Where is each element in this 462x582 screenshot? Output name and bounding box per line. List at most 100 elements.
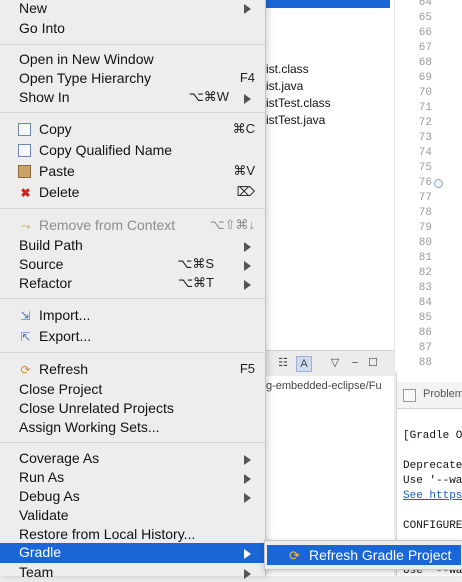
editor-gutter: 64 65 66 67 68 69 70 71 72 73 74 75 76 7… bbox=[394, 0, 462, 372]
menu-item-label: Coverage As bbox=[19, 450, 100, 466]
submenu-arrow-icon bbox=[244, 242, 251, 252]
path-bar: g-embedded-eclipse/Fu bbox=[264, 376, 394, 396]
menu-item-open-type-hierarchy[interactable]: Open Type Hierarchy F4 bbox=[0, 69, 265, 88]
line-number: 88 bbox=[418, 357, 432, 369]
menu-item-refresh[interactable]: ⟳ Refresh F5 bbox=[0, 360, 265, 379]
line-number: 85 bbox=[418, 312, 432, 324]
tab-problems[interactable]: Problem bbox=[397, 382, 462, 409]
shortcut-label: F4 bbox=[239, 70, 255, 85]
menu-item-validate[interactable]: Validate bbox=[0, 506, 265, 525]
menu-item-run-as[interactable]: Run As bbox=[0, 468, 265, 487]
file-item[interactable]: ist.java bbox=[266, 79, 303, 93]
line-number: 72 bbox=[418, 117, 432, 129]
line-number: 77 bbox=[418, 192, 432, 204]
menu-item-label: Remove from Context bbox=[39, 217, 176, 233]
menu-separator bbox=[0, 44, 265, 45]
line-number: 86 bbox=[418, 327, 432, 339]
menu-item-close-project[interactable]: Close Project bbox=[0, 380, 265, 399]
menu-item-refactor[interactable]: Refactor ⌥⌘T bbox=[0, 274, 265, 293]
line-number: 79 bbox=[418, 222, 432, 234]
console-link[interactable]: See https bbox=[403, 490, 462, 502]
line-number: 75 bbox=[418, 162, 432, 174]
gradle-refresh-icon: ⟳ bbox=[289, 548, 300, 563]
console-line: Deprecate bbox=[403, 460, 462, 472]
menu-item-label: Restore from Local History... bbox=[19, 526, 196, 542]
link-editor-icon[interactable]: A bbox=[296, 356, 312, 372]
file-item[interactable]: istTest.java bbox=[266, 113, 325, 127]
tab-label: Problem bbox=[423, 388, 462, 400]
menu-item-copy-qualified-name[interactable]: Copy Qualified Name bbox=[0, 141, 265, 160]
menu-item-go-into[interactable]: Go Into bbox=[0, 19, 265, 38]
hierarchy-icon[interactable]: ☷ bbox=[276, 356, 290, 370]
line-number: 71 bbox=[418, 102, 432, 114]
menu-item-label: Assign Working Sets... bbox=[19, 419, 160, 435]
line-number: 83 bbox=[418, 282, 432, 294]
shortcut-label: ⌦ bbox=[236, 184, 255, 199]
menu-item-import[interactable]: ⇲ Import... bbox=[0, 306, 265, 325]
line-number: 66 bbox=[418, 27, 432, 39]
menu-separator bbox=[0, 112, 265, 113]
menu-item-restore-from-local-history[interactable]: Restore from Local History... bbox=[0, 525, 265, 544]
menu-item-paste[interactable]: Paste ⌘V bbox=[0, 162, 265, 181]
copy-qualified-name-icon bbox=[18, 144, 31, 157]
menu-separator bbox=[0, 298, 265, 299]
line-number: 82 bbox=[418, 267, 432, 279]
menu-item-label: Import... bbox=[39, 307, 91, 323]
menu-item-export[interactable]: ⇱ Export... bbox=[0, 327, 265, 346]
line-number: 64 bbox=[418, 0, 432, 9]
menu-item-label: Paste bbox=[39, 163, 75, 179]
shortcut-label: ⌘V bbox=[233, 163, 255, 178]
menu-item-label: Copy bbox=[39, 121, 72, 137]
menu-separator bbox=[0, 352, 265, 353]
remove-from-context-icon: ⤳ bbox=[20, 219, 31, 233]
console-line: [Gradle Ope bbox=[403, 430, 462, 442]
shortcut-label: ⌥⌘S bbox=[177, 256, 214, 271]
submenu-arrow-icon bbox=[244, 4, 251, 14]
console-line: CONFIGURE bbox=[403, 520, 462, 532]
menu-item-label: Delete bbox=[39, 184, 80, 200]
menu-item-new[interactable]: New bbox=[0, 0, 265, 19]
file-item[interactable]: istTest.class bbox=[266, 96, 331, 110]
gradle-submenu: ⟳ Refresh Gradle Project bbox=[264, 540, 462, 570]
menu-item-build-path[interactable]: Build Path bbox=[0, 236, 265, 255]
submenu-arrow-icon bbox=[244, 549, 251, 559]
menu-item-label: Refactor bbox=[19, 275, 72, 291]
menu-item-open-in-new-window[interactable]: Open in New Window bbox=[0, 50, 265, 69]
shortcut-label: ⌥⌘T bbox=[178, 275, 214, 290]
menu-item-refresh-gradle-project[interactable]: ⟳ Refresh Gradle Project bbox=[267, 545, 461, 565]
view-menu-icon[interactable]: ▽ bbox=[328, 356, 342, 370]
submenu-arrow-icon bbox=[244, 94, 251, 104]
submenu-arrow-icon bbox=[244, 493, 251, 503]
menu-item-remove-from-context[interactable]: ⤳ Remove from Context ⌥⇧⌘↓ bbox=[0, 216, 265, 235]
shortcut-label: ⌥⇧⌘↓ bbox=[209, 217, 255, 232]
menu-item-label: Open Type Hierarchy bbox=[19, 70, 152, 86]
menu-item-team[interactable]: Team bbox=[0, 563, 265, 582]
menu-item-gradle[interactable]: Gradle bbox=[0, 543, 265, 563]
problems-icon bbox=[403, 389, 416, 402]
submenu-arrow-icon bbox=[244, 569, 251, 579]
menu-item-label: Refresh bbox=[39, 361, 89, 377]
menu-item-delete[interactable]: ✖ Delete ⌦ bbox=[0, 183, 265, 202]
menu-item-label: Close Unrelated Projects bbox=[19, 400, 174, 416]
line-number: 67 bbox=[418, 42, 432, 54]
fold-toggle-icon[interactable] bbox=[434, 179, 443, 188]
menu-item-source[interactable]: Source ⌥⌘S bbox=[0, 255, 265, 274]
console-line: Use '--wa bbox=[403, 475, 462, 487]
menu-item-coverage-as[interactable]: Coverage As bbox=[0, 449, 265, 468]
menu-item-close-unrelated-projects[interactable]: Close Unrelated Projects bbox=[0, 399, 265, 418]
menu-item-label: Refresh Gradle Project bbox=[309, 547, 452, 563]
submenu-arrow-icon bbox=[244, 474, 251, 484]
menu-item-copy[interactable]: Copy ⌘C bbox=[0, 120, 265, 139]
submenu-arrow-icon bbox=[244, 280, 251, 290]
menu-item-assign-working-sets[interactable]: Assign Working Sets... bbox=[0, 418, 265, 437]
minimize-icon[interactable]: − bbox=[348, 356, 362, 370]
menu-item-show-in[interactable]: Show In ⌥⌘W bbox=[0, 88, 265, 107]
import-icon: ⇲ bbox=[20, 309, 31, 323]
maximize-icon[interactable]: ☐ bbox=[366, 356, 380, 370]
menu-item-label: Team bbox=[19, 564, 54, 580]
selected-row[interactable] bbox=[264, 0, 390, 8]
menu-item-debug-as[interactable]: Debug As bbox=[0, 487, 265, 506]
line-number: 74 bbox=[418, 147, 432, 159]
file-item[interactable]: ist.class bbox=[266, 62, 309, 76]
line-number: 68 bbox=[418, 57, 432, 69]
